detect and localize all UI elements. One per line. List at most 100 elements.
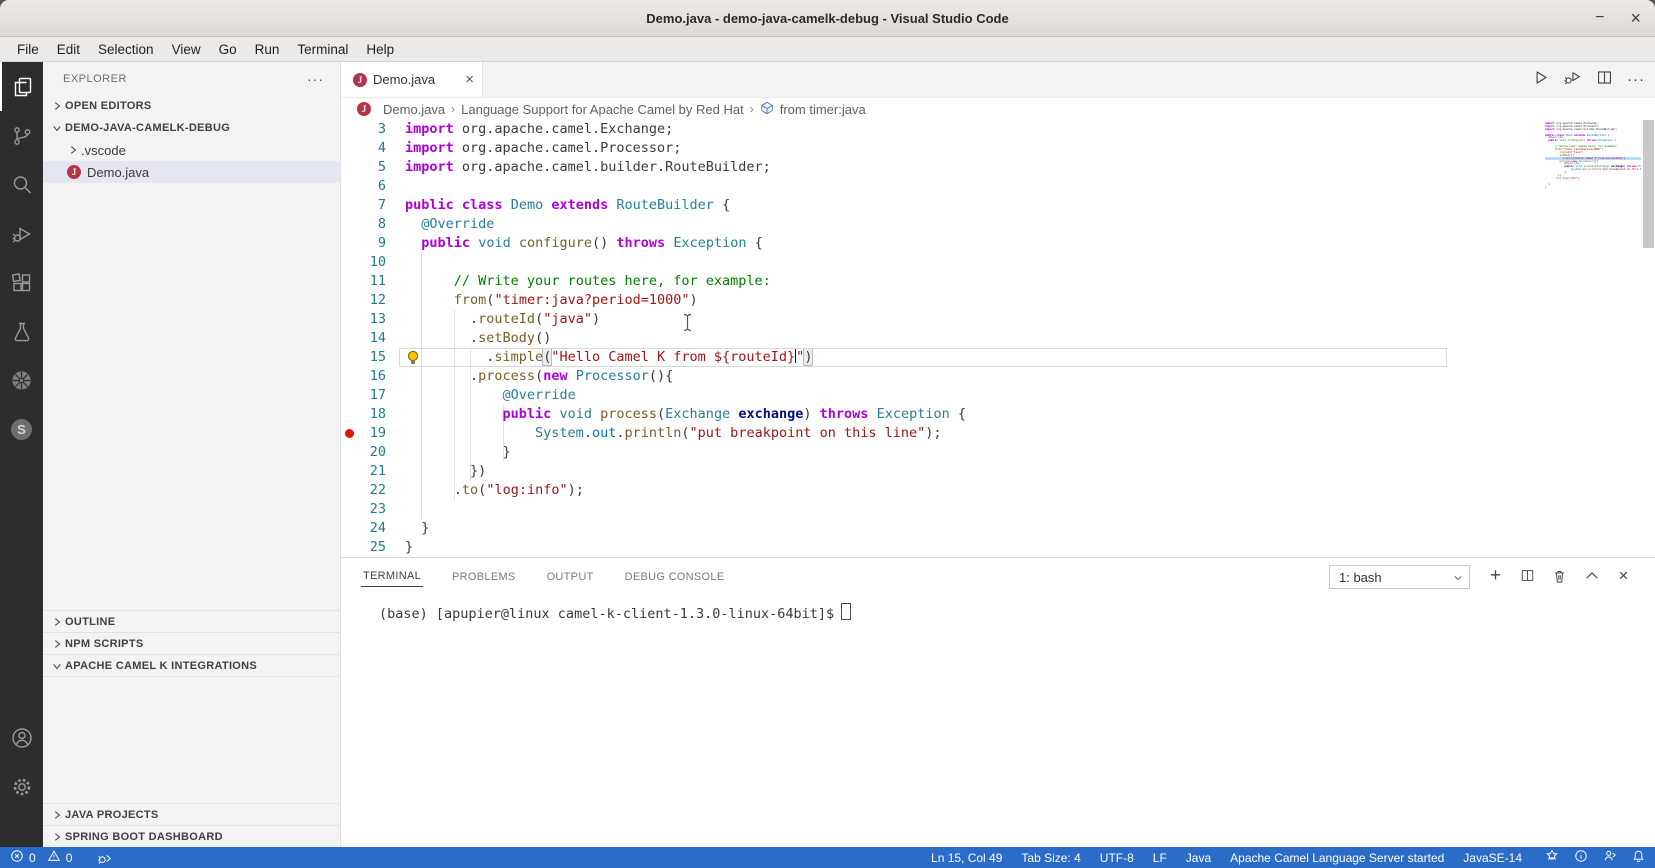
code-line-13[interactable]: 13 .routeId("java")	[341, 310, 1655, 329]
gutter[interactable]: 6	[341, 177, 405, 196]
menu-item-run[interactable]: Run	[246, 42, 289, 57]
editor-scrollbar[interactable]	[1642, 120, 1655, 557]
outline-section[interactable]: OUTLINE	[43, 610, 340, 632]
gutter[interactable]: 22	[341, 481, 405, 500]
gutter[interactable]: 25	[341, 538, 405, 557]
status-item-javase-14[interactable]: JavaSE-14	[1463, 851, 1522, 865]
gutter[interactable]: 7	[341, 196, 405, 215]
breadcrumb-symbol[interactable]: from timer:java	[780, 102, 866, 117]
vscode-folder-row[interactable]: .vscode	[43, 139, 340, 161]
npm-scripts-section[interactable]: NPM SCRIPTS	[43, 632, 340, 654]
menu-item-selection[interactable]: Selection	[89, 42, 163, 57]
warnings-count[interactable]: 0	[66, 851, 73, 865]
gutter[interactable]: 14	[341, 329, 405, 348]
gutter[interactable]: 20	[341, 443, 405, 462]
menu-item-file[interactable]: File	[8, 42, 48, 57]
panel-tab-terminal[interactable]: TERMINAL	[361, 565, 424, 587]
minimize-button[interactable]: −	[1595, 10, 1604, 26]
code-line-18[interactable]: 18 public void process(Exchange exchange…	[341, 405, 1655, 424]
code-line-19[interactable]: 19 System.out.println("put breakpoint on…	[341, 424, 1655, 443]
spring-boot-dashboard-icon[interactable]: S	[0, 405, 43, 454]
gutter[interactable]: 3	[341, 120, 405, 139]
errors-icon[interactable]	[10, 849, 24, 866]
search-icon[interactable]	[0, 160, 43, 209]
source-control-icon[interactable]	[0, 111, 43, 160]
status-item-lf[interactable]: LF	[1153, 851, 1167, 865]
kill-terminal-icon[interactable]	[1551, 567, 1568, 584]
code-line-12[interactable]: 12 from("timer:java?period=1000")	[341, 291, 1655, 310]
camel-debug-icon[interactable]	[97, 851, 113, 865]
maximize-panel-icon[interactable]	[1583, 567, 1600, 584]
menu-item-view[interactable]: View	[163, 42, 210, 57]
gutter[interactable]: 13	[341, 310, 405, 329]
testing-icon[interactable]	[0, 307, 43, 356]
gutter[interactable]: 4	[341, 139, 405, 158]
code-line-25[interactable]: 25}	[341, 538, 1655, 557]
feedback-smiley-icon[interactable]	[1545, 849, 1559, 866]
project-folder-row[interactable]: DEMO-JAVA-CAMELK-DEBUG	[43, 117, 340, 139]
open-editors-section[interactable]: OPEN EDITORS	[43, 95, 340, 117]
minimap[interactable]: import org.apache.camel.Exchange; import …	[1545, 122, 1641, 198]
code-line-8[interactable]: 8 @Override	[341, 215, 1655, 234]
tab-close-icon[interactable]: ×	[465, 71, 474, 88]
code-line-11[interactable]: 11 // Write your routes here, for exampl…	[341, 272, 1655, 291]
menu-item-help[interactable]: Help	[357, 42, 403, 57]
menu-item-go[interactable]: Go	[210, 42, 246, 57]
code-line-10[interactable]: 10	[341, 253, 1655, 272]
status-item-apache-camel-language-server-started[interactable]: Apache Camel Language Server started	[1230, 851, 1444, 865]
gutter[interactable]: 5	[341, 158, 405, 177]
split-editor-icon[interactable]	[1596, 69, 1613, 91]
code-line-9[interactable]: 9 public void configure() throws Excepti…	[341, 234, 1655, 253]
menu-item-edit[interactable]: Edit	[48, 42, 89, 57]
panel-tab-problems[interactable]: PROBLEMS	[450, 566, 518, 587]
errors-count[interactable]: 0	[29, 851, 36, 865]
code-line-24[interactable]: 24 }	[341, 519, 1655, 538]
code-line-6[interactable]: 6	[341, 177, 1655, 196]
menu-item-terminal[interactable]: Terminal	[288, 42, 357, 57]
close-button[interactable]: ×	[1630, 9, 1641, 27]
breadcrumb-file[interactable]: Demo.java	[383, 102, 445, 117]
status-item-utf-8[interactable]: UTF-8	[1100, 851, 1134, 865]
spring-boot-dashboard-section[interactable]: SPRING BOOT DASHBOARD	[43, 825, 340, 847]
shell-selector-dropdown[interactable]: 1: bash	[1329, 565, 1470, 589]
gutter[interactable]: 23	[341, 500, 405, 519]
panel-tab-debug-console[interactable]: DEBUG CONSOLE	[623, 566, 727, 587]
code-line-3[interactable]: 3 import org.apache.camel.Exchange;	[341, 120, 1655, 139]
java-projects-section[interactable]: JAVA PROJECTS	[43, 803, 340, 825]
gutter[interactable]: 9	[341, 234, 405, 253]
code-editor[interactable]: 3 import org.apache.camel.Exchange; 4 impor…	[341, 120, 1655, 557]
status-item-ln-15-col-49[interactable]: Ln 15, Col 49	[931, 851, 1002, 865]
tab-demo-java[interactable]: J Demo.java ×	[341, 62, 483, 97]
gutter[interactable]: 17	[341, 386, 405, 405]
code-line-14[interactable]: 14 .setBody()	[341, 329, 1655, 348]
demo-java-file-row[interactable]: J Demo.java	[43, 161, 340, 183]
title-bar[interactable]: Demo.java - demo-java-camelk-debug - Vis…	[0, 0, 1655, 37]
breakpoint-icon[interactable]	[345, 429, 354, 438]
code-line-16[interactable]: 16 .process(new Processor(){	[341, 367, 1655, 386]
more-actions-icon[interactable]: ···	[1627, 71, 1645, 88]
explorer-icon[interactable]	[0, 62, 43, 111]
split-terminal-icon[interactable]	[1519, 567, 1536, 584]
info-icon[interactable]	[1574, 849, 1588, 866]
run-button[interactable]	[1532, 69, 1549, 91]
gutter[interactable]: 24	[341, 519, 405, 538]
gutter[interactable]: 8	[341, 215, 405, 234]
settings-gear-icon[interactable]	[0, 762, 43, 811]
warnings-icon[interactable]	[47, 849, 61, 866]
gutter[interactable]: 21	[341, 462, 405, 481]
code-line-22[interactable]: 22 .to("log:info");	[341, 481, 1655, 500]
new-terminal-icon[interactable]: +	[1487, 565, 1504, 585]
panel-tab-output[interactable]: OUTPUT	[545, 566, 596, 587]
explorer-more-actions-icon[interactable]: ···	[307, 71, 324, 87]
code-line-21[interactable]: 21 })	[341, 462, 1655, 481]
code-line-17[interactable]: 17 @Override	[341, 386, 1655, 405]
notifications-bell-icon[interactable]	[1632, 849, 1645, 866]
gutter[interactable]: 15	[341, 348, 405, 367]
code-line-5[interactable]: 5 import org.apache.camel.builder.RouteBu…	[341, 158, 1655, 177]
gutter[interactable]: 18	[341, 405, 405, 424]
lightbulb-icon[interactable]	[407, 350, 419, 365]
camel-k-integrations-section[interactable]: APACHE CAMEL K INTEGRATIONS	[43, 654, 340, 677]
extensions-icon[interactable]	[0, 258, 43, 307]
run-and-debug-icon[interactable]	[0, 209, 43, 258]
code-line-4[interactable]: 4 import org.apache.camel.Processor;	[341, 139, 1655, 158]
